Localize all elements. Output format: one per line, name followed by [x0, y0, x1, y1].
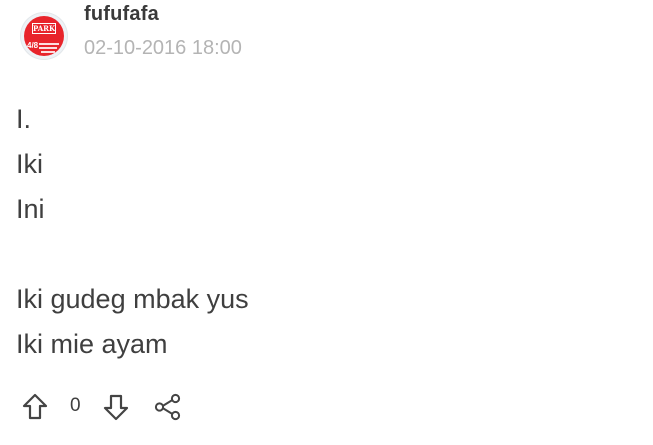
- post-body: I. Iki Ini Iki gudeg mbak yus Iki mie ay…: [16, 97, 636, 367]
- share-button[interactable]: [153, 392, 183, 422]
- post-line: I.: [16, 104, 32, 134]
- post-timestamp: 02-10-2016 18:00: [84, 37, 242, 59]
- vote-count: 0: [70, 395, 81, 416]
- post-line-blank: [16, 232, 636, 277]
- avatar-stripe: [41, 51, 55, 53]
- arrow-down-icon: [103, 394, 129, 421]
- avatar[interactable]: PARK 4/8: [20, 12, 68, 60]
- post-line: Iki gudeg mbak yus: [16, 284, 249, 314]
- upvote-button[interactable]: [20, 392, 50, 422]
- share-icon: [154, 393, 181, 421]
- post-line: Iki: [16, 149, 43, 179]
- post-line: Iki mie ayam: [16, 329, 168, 359]
- downvote-button[interactable]: [101, 392, 131, 422]
- arrow-up-icon: [22, 393, 48, 420]
- post-line: Ini: [16, 194, 45, 224]
- avatar-logo-icon: PARK 4/8: [24, 16, 64, 56]
- avatar-stripe: [39, 43, 59, 45]
- avatar-date-text: 4/8: [27, 41, 39, 50]
- avatar-stripe: [39, 47, 57, 49]
- avatar-logo-text: PARK: [32, 24, 56, 33]
- author-name[interactable]: fufufafa: [84, 3, 159, 26]
- post-actions: 0: [20, 386, 320, 426]
- post-header: PARK 4/8 fufufafa 02-10-2016 18:00: [18, 2, 618, 64]
